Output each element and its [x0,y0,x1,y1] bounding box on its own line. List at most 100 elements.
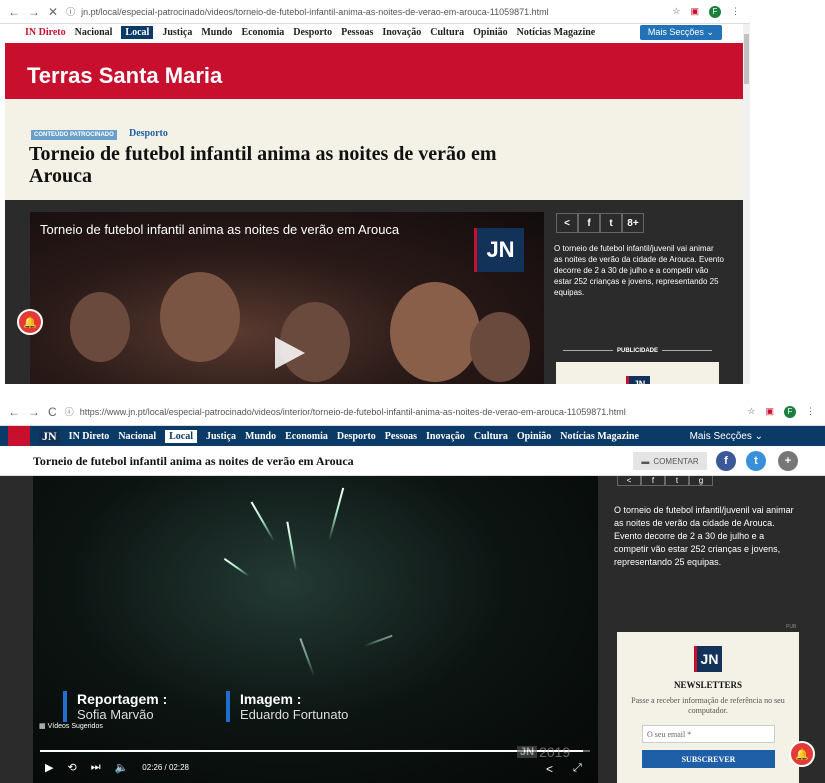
notification-bell-icon[interactable]: 🔔 [789,741,815,767]
twitter-icon[interactable]: t [746,451,766,471]
facebook-icon[interactable]: f [716,451,736,471]
video-section: Reportagem : Sofia Marvão Imagem : Eduar… [0,476,825,783]
menu-icon[interactable]: ⋮ [731,6,740,17]
profile-avatar[interactable]: F [709,5,721,18]
more-sections-button[interactable]: Mais Secções ⌄ [639,25,722,40]
twitter-icon[interactable]: t [600,213,622,233]
google-plus-icon[interactable]: g [689,476,713,486]
credit-reportagem: Reportagem : Sofia Marvão [63,691,167,722]
scrollbar[interactable] [743,24,750,384]
video-title: Torneio de futebol infantil anima as noi… [40,222,400,237]
nav-item-local[interactable]: Local [165,429,197,443]
nav-item-justica[interactable]: Justiça [206,431,236,442]
video-player[interactable]: Torneio de futebol infantil anima as noi… [30,212,544,384]
ad-box[interactable]: JN [556,362,719,384]
nav-item-cultura[interactable]: Cultura [430,27,464,38]
nav-item-noticias-magazine[interactable]: Notícias Magazine [517,27,596,38]
nav-item-local[interactable]: Local [121,25,154,39]
suggested-videos-button[interactable]: ▦ Vídeos Sugeridos [39,722,103,730]
chevron-down-icon: ⌄ [754,430,763,442]
player-controls: ▶ ⟲ ⏭ 🔈 02:26 / 02:28 [45,761,189,774]
volume-icon[interactable]: 🔈 [115,761,129,774]
sticky-header: Torneio de futebol infantil anima as noi… [0,446,825,476]
nav-item-opiniao[interactable]: Opinião [517,431,551,442]
newsletter-subtitle: Passe a receber informação de referência… [631,696,785,715]
nav-item-cultura[interactable]: Cultura [474,431,508,442]
extension-icon[interactable]: ▣ [765,406,774,417]
crowd-shape [70,292,130,362]
jn-watermark: JN 2019 [517,744,570,760]
back-icon[interactable]: ← [8,405,20,419]
facebook-icon[interactable]: f [641,476,665,486]
comment-icon: ▬ [641,456,650,466]
forward-icon[interactable]: → [28,405,40,419]
nav-item-nacional[interactable]: Nacional [75,27,113,38]
fullscreen-icon[interactable]: ⤢ [573,762,582,775]
menu-icon[interactable]: ⋮ [806,406,815,417]
nav-item-in-direto[interactable]: IN Direto [25,27,66,38]
google-plus-icon[interactable]: 8+ [622,213,644,233]
grid-icon: ▦ [39,723,46,730]
stop-icon[interactable]: ✕ [48,5,58,19]
nav-item-economia[interactable]: Economia [285,431,328,442]
extension-icon[interactable]: ▣ [690,6,699,17]
back-icon[interactable]: ← [8,5,20,19]
browser-toolbar: ← → ✕ ⓘ jn.pt/local/especial-patrocinado… [0,0,750,24]
video-player[interactable]: Reportagem : Sofia Marvão Imagem : Eduar… [33,476,598,783]
next-icon[interactable]: ⏭ [91,761,101,774]
nav-item-nacional[interactable]: Nacional [118,431,156,442]
play-icon[interactable] [275,337,305,369]
nav-item-justica[interactable]: Justiça [162,27,192,38]
nav-item-in-direto[interactable]: IN Direto [69,431,110,442]
credit-value: Eduardo Fortunato [240,707,349,722]
progress-bar[interactable] [40,750,590,752]
firework-spark [328,487,345,542]
site-nav: JN IN Direto Nacional Local Justiça Mund… [0,426,825,446]
watermark-logo: JN [517,746,538,758]
profile-avatar[interactable]: F [784,405,796,418]
subscribe-button[interactable]: SUBSCREVER [642,750,775,768]
nav-item-desporto[interactable]: Desporto [337,431,376,442]
crowd-shape [390,282,480,382]
nav-item-economia[interactable]: Economia [241,27,284,38]
category-link[interactable]: Desporto [129,128,168,139]
forward-icon[interactable]: → [28,5,40,19]
newsletter-box: JN NEWSLETTERS Passe a receber informaçã… [617,632,799,783]
comment-label: COMENTAR [653,456,699,466]
plus-icon[interactable]: + [778,451,798,471]
address-bar[interactable]: ⓘ jn.pt/local/especial-patrocinado/video… [66,5,672,18]
notification-bell-icon[interactable]: 🔔 [17,309,43,335]
nav-red-strip [8,426,30,446]
facebook-icon[interactable]: f [578,213,600,233]
share-icon[interactable]: < [556,213,578,233]
firework-spark [223,557,250,577]
credit-key: Reportagem : [77,691,168,707]
comment-button[interactable]: ▬ COMENTAR [633,452,707,470]
firework-spark [363,634,393,647]
more-sections-button[interactable]: Mais Secções ⌄ [690,431,763,442]
nav-item-mundo[interactable]: Mundo [201,27,232,38]
nav-item-noticias-magazine[interactable]: Notícias Magazine [560,431,639,442]
nav-item-pessoas[interactable]: Pessoas [385,431,417,442]
scrollbar-thumb[interactable] [744,34,749,84]
bookmark-star-icon[interactable]: ☆ [672,6,680,17]
loop-icon[interactable]: ⟲ [67,761,76,774]
crowd-shape [160,272,240,362]
nav-item-desporto[interactable]: Desporto [293,27,332,38]
site-nav: IN Direto Nacional Local Justiça Mundo E… [0,24,750,40]
nav-item-inovacao[interactable]: Inovação [382,27,421,38]
twitter-icon[interactable]: t [665,476,689,486]
email-field[interactable]: O seu email * [642,725,775,743]
jn-logo: JN [474,228,524,272]
jn-logo[interactable]: JN [39,428,60,444]
address-bar[interactable]: ⓘ https://www.jn.pt/local/especial-patro… [65,405,748,418]
play-icon[interactable]: ▶ [45,761,53,774]
nav-item-opiniao[interactable]: Opinião [473,27,507,38]
share-icon[interactable]: < [546,762,553,776]
reload-icon[interactable]: C [48,405,57,419]
share-icon[interactable]: < [617,476,641,486]
nav-item-pessoas[interactable]: Pessoas [341,27,373,38]
nav-item-inovacao[interactable]: Inovação [426,431,465,442]
bookmark-star-icon[interactable]: ☆ [747,406,755,417]
nav-item-mundo[interactable]: Mundo [245,431,276,442]
